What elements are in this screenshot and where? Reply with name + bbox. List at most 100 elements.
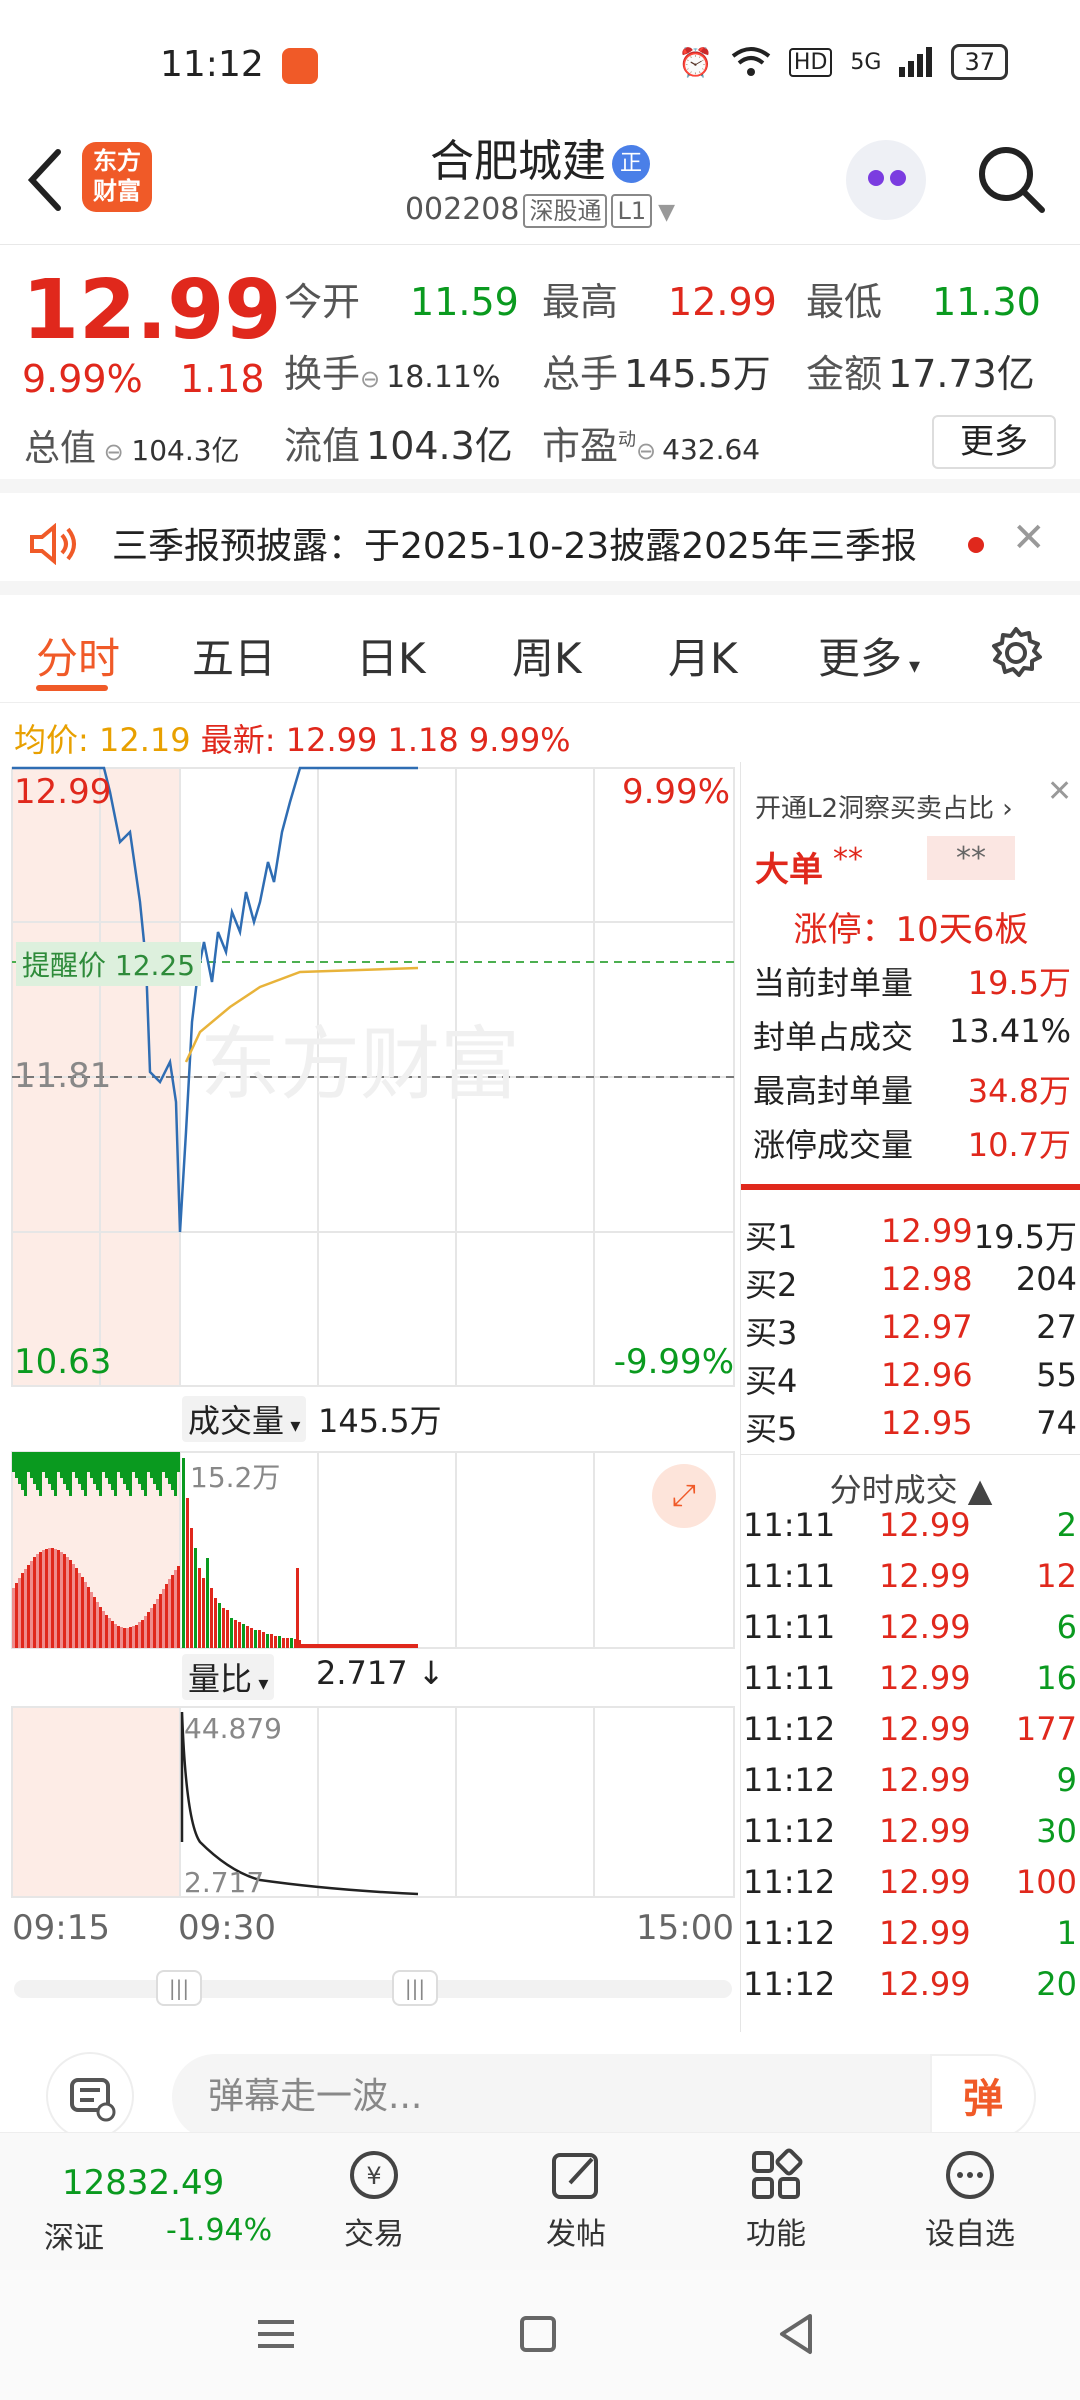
volume-bar [99, 1452, 102, 1496]
tab-intraday[interactable]: 分时 [36, 625, 120, 686]
seal-ratio-row: 封单占成交 13.41% [753, 1012, 1071, 1058]
volume-bar [87, 1587, 90, 1648]
volume-bar [81, 1452, 84, 1490]
tick-time: 11:11 [743, 1659, 836, 1697]
volume-bar [147, 1452, 150, 1472]
bid-qty: 204 [1015, 1260, 1077, 1298]
volume-bar [162, 1589, 165, 1648]
volume-bar [129, 1452, 132, 1496]
big-order-stars: ** [833, 842, 863, 877]
stock-name: 合肥城建 [430, 136, 606, 187]
danmu-send-button[interactable]: 弹 [930, 2054, 1036, 2140]
notice-banner[interactable]: 三季报预披露：于2025-10-23披露2025年三季报 ✕ [0, 493, 1080, 595]
tab-weekly-k[interactable]: 周K [512, 625, 582, 686]
high-label: 最高 [542, 280, 619, 324]
volume-bar [159, 1452, 162, 1496]
nav-functions[interactable]: 功能 [716, 2147, 836, 2253]
expand-icon[interactable]: ⤢ [652, 1464, 716, 1528]
bid-qty: 19.5万 [973, 1218, 1077, 1256]
search-icon[interactable] [976, 144, 1046, 214]
menu-icon[interactable] [254, 2314, 298, 2354]
intraday-chart[interactable]: 东方财富 12.99 9.99% 11.81 10.63 -9.99% 提醒价 … [0, 762, 740, 2032]
range-handle-left[interactable]: ||| [156, 1970, 202, 2006]
active-tab-indicator [36, 685, 108, 691]
home-icon[interactable] [518, 2314, 558, 2354]
close-icon[interactable]: ✕ [1012, 515, 1046, 561]
time-start-label: 09:15 [12, 1908, 110, 1948]
ratio-selector[interactable]: 量比 ▾ [182, 1654, 275, 1700]
danmu-settings-icon[interactable] [46, 2052, 134, 2140]
tick-time: 11:11 [743, 1557, 836, 1595]
dropdown-icon[interactable]: ▼ [658, 200, 675, 225]
volume-label: 总手 [542, 352, 619, 396]
nav-trade[interactable]: ¥ 交易 [314, 2147, 434, 2253]
volume-bar [69, 1560, 72, 1648]
amount-label: 金额 [806, 352, 883, 396]
info-icon[interactable]: ⊖ [636, 437, 656, 465]
tick-price: 12.99 [879, 1812, 971, 1850]
tick-qty: 177 [1015, 1710, 1077, 1748]
volume-bar [90, 1452, 93, 1478]
volume-bar [105, 1452, 108, 1478]
open-value: 11.59 [410, 280, 519, 324]
bid-level[interactable]: 买1 12.99 19.5万 [745, 1212, 1077, 1260]
range-scrollbar[interactable] [14, 1980, 732, 1998]
bottom-nav: 12832.49 深证 -1.94% ¥ 交易 发帖 功能 设自选 [0, 2132, 1080, 2270]
volume-bar [12, 1452, 15, 1472]
tab-more[interactable]: 更多 ▾ [818, 625, 920, 686]
volume-bar [218, 1603, 221, 1648]
top-pct-label: 9.99% [621, 772, 730, 812]
danmu-input[interactable]: 弹幕走一波... [172, 2054, 1036, 2140]
status-bar: 11:12 ⏰ HD 5G 37 [0, 0, 1080, 120]
volume-bar [147, 1612, 150, 1648]
bid-price: 12.99 [881, 1212, 973, 1250]
gear-icon[interactable] [988, 625, 1044, 681]
low-label: 最低 [806, 280, 883, 324]
alert-price-tag[interactable]: 提醒价 12.25 [16, 942, 202, 986]
tab-five-day[interactable]: 五日 [192, 625, 276, 686]
info-icon[interactable]: ⊖ [96, 438, 131, 466]
volume-bar [177, 1452, 180, 1472]
volume-selector[interactable]: 成交量 ▾ [182, 1396, 307, 1442]
assistant-robot-icon[interactable] [846, 140, 926, 220]
nav-post[interactable]: 发帖 [516, 2147, 636, 2253]
bid-name: 买4 [745, 1362, 798, 1400]
volume-field: 总手 145.5万 [542, 343, 771, 398]
volume-bar [15, 1583, 18, 1648]
volume-bar [84, 1582, 87, 1648]
nav-add-watchlist[interactable]: 设自选 [900, 2147, 1040, 2253]
volume-bar [300, 1644, 418, 1648]
tick-qty: 9 [1056, 1761, 1077, 1799]
volume-bar [87, 1452, 90, 1472]
volume-bar [33, 1557, 36, 1648]
volume-bar [24, 1452, 27, 1496]
max-seal-row: 最高封单量 34.8万 [753, 1066, 1071, 1112]
volume-bar [75, 1568, 78, 1648]
bid-price: 12.98 [881, 1260, 973, 1298]
close-icon[interactable]: ✕ [1047, 774, 1072, 809]
bottom-price-label: 10.63 [14, 1342, 112, 1382]
volume-bar [177, 1566, 180, 1648]
low-field: 最低 11.30 [806, 271, 1041, 326]
bid-level[interactable]: 买4 12.96 55 [745, 1356, 1077, 1404]
tab-monthly-k[interactable]: 月K [668, 625, 738, 686]
divider [741, 1184, 1080, 1190]
ticks-header[interactable]: 分时成交 ▲ [741, 1454, 1080, 1511]
range-handle-right[interactable]: ||| [392, 1970, 438, 2006]
info-icon[interactable]: ⊖ [360, 365, 380, 393]
more-button[interactable]: 更多 [932, 415, 1056, 469]
volume-bar [51, 1452, 54, 1490]
open-l2-link[interactable]: 开通L2洞察买卖占比 › [755, 788, 1013, 825]
volume-bar [126, 1452, 129, 1490]
back-nav-icon[interactable] [776, 2312, 816, 2356]
bid-level[interactable]: 买5 12.95 74 [745, 1404, 1077, 1452]
tab-daily-k[interactable]: 日K [356, 625, 426, 686]
volume-bar [156, 1599, 159, 1648]
bid-level[interactable]: 买3 12.97 27 [745, 1308, 1077, 1356]
bid-level[interactable]: 买2 12.98 204 [745, 1260, 1077, 1308]
nav-trade-label: 交易 [344, 2217, 404, 2252]
volume-bar [168, 1452, 171, 1484]
tick-price: 12.99 [879, 1506, 971, 1544]
volume-bar [39, 1452, 42, 1496]
tick-qty: 16 [1036, 1659, 1077, 1697]
